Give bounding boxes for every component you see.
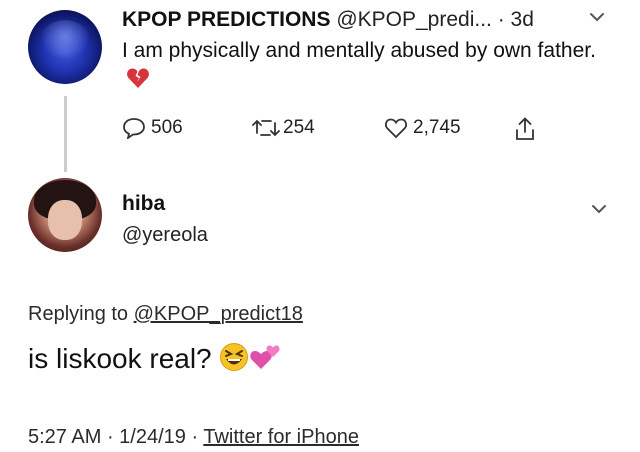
like-count: 2,745 — [413, 117, 461, 138]
tweet1-handle[interactable]: @KPOP_predi... — [336, 8, 492, 31]
tweet1-timestamp[interactable]: · 3d — [498, 8, 534, 31]
reply-count: 506 — [151, 117, 183, 138]
broken-heart-emoji-icon — [126, 67, 150, 98]
two-hearts-emoji-icon — [249, 342, 283, 379]
replying-to-prefix: Replying to — [28, 303, 134, 325]
avatar-hiba[interactable] — [28, 178, 102, 252]
tweet2-date[interactable]: 1/24/19 — [119, 426, 186, 448]
tweet2-handle[interactable]: @yereola — [122, 224, 208, 247]
tweet1-display-name[interactable]: KPOP PREDICTIONS — [122, 8, 330, 31]
share-icon — [516, 117, 534, 140]
tweet1-text: I am physically and mentally abused by o… — [122, 39, 596, 62]
reply-icon — [123, 118, 145, 139]
heart-icon — [385, 118, 407, 139]
replying-to-link[interactable]: @KPOP_predict18 — [134, 303, 303, 325]
chevron-down-icon[interactable] — [588, 8, 606, 26]
tweet2-text-block: is liskook real? — [28, 342, 283, 379]
tweet2-time[interactable]: 5:27 AM — [28, 426, 101, 448]
tweet1-header: KPOP PREDICTIONS @KPOP_predi... · 3d — [122, 7, 534, 33]
retweet-icon — [252, 119, 280, 137]
reply-action[interactable]: 506 — [122, 117, 183, 139]
share-action[interactable] — [514, 117, 536, 141]
retweet-count: 254 — [283, 117, 315, 138]
thread-connector-line — [64, 96, 67, 172]
tweet2-text: is liskook real? — [28, 343, 212, 374]
tweet1-text-block: I am physically and mentally abused by o… — [122, 36, 622, 98]
tweet2-display-name[interactable]: hiba — [122, 192, 165, 216]
laughing-squint-emoji-icon — [219, 342, 249, 379]
chevron-down-icon[interactable] — [590, 200, 608, 218]
retweet-action[interactable]: 254 — [252, 117, 315, 139]
avatar-kpop-predictions[interactable] — [28, 10, 102, 84]
tweet2-meta: 5:27 AM · 1/24/19 · Twitter for iPhone — [28, 426, 359, 448]
replying-to-line: Replying to @KPOP_predict18 — [28, 303, 303, 326]
like-action[interactable]: 2,745 — [384, 117, 461, 139]
tweet2-source-link[interactable]: Twitter for iPhone — [203, 426, 359, 448]
